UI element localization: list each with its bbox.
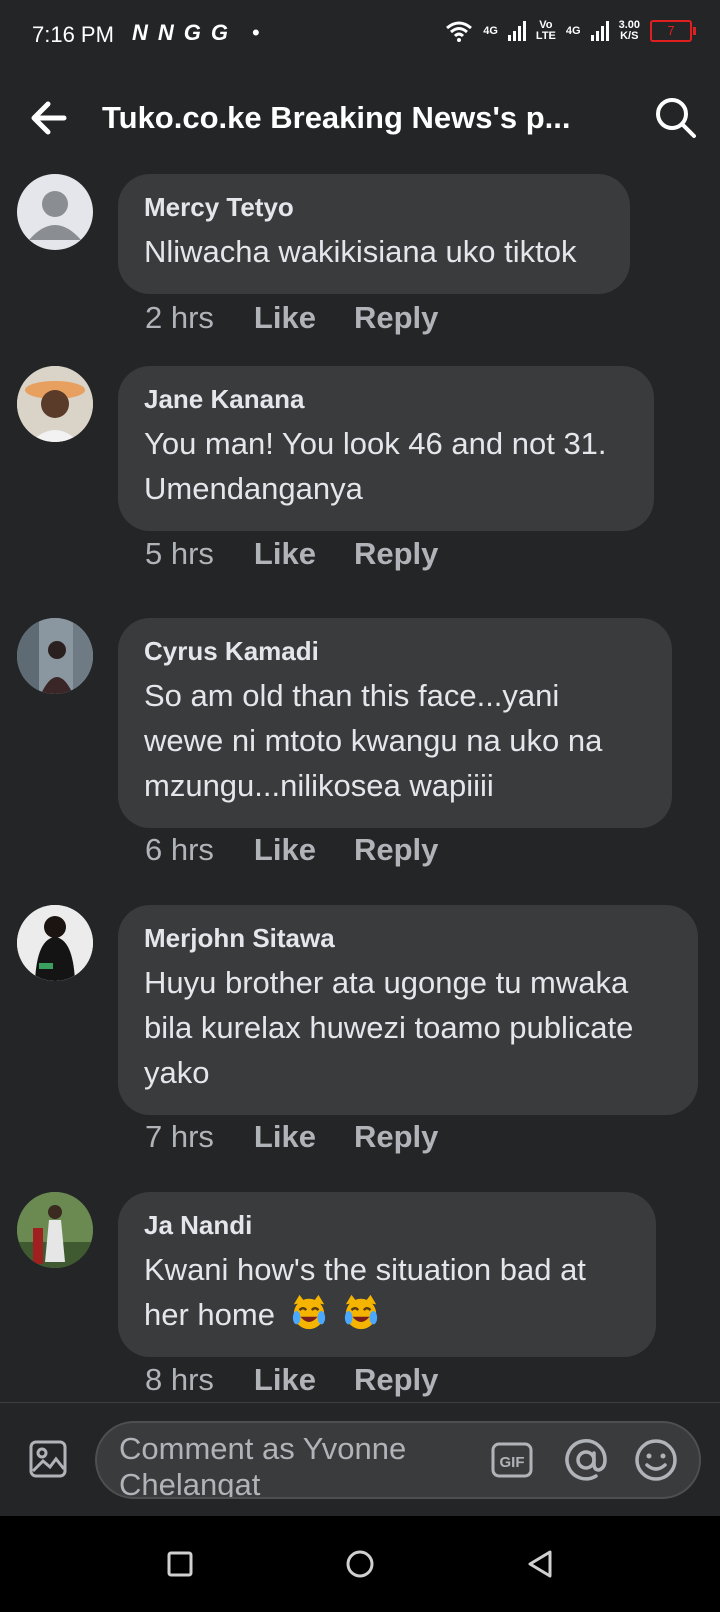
comment-bubble[interactable]: Mercy Tetyo Nliwacha wakikisiana uko tik…: [118, 174, 630, 294]
comment-timestamp[interactable]: 8 hrs: [145, 1362, 214, 1398]
comment-actions: 6 hrs Like Reply: [145, 832, 438, 868]
comment-text: Huyu brother ata ugonge tu mwaka bila ku…: [144, 965, 634, 1090]
system-navigation-bar: [0, 1516, 720, 1612]
gif-icon[interactable]: GIF: [491, 1439, 533, 1481]
avatar[interactable]: [17, 618, 93, 694]
default-avatar-icon: [29, 191, 81, 240]
signal-icon: [590, 21, 609, 41]
app-notification-icon: G: [210, 20, 229, 45]
comment-text: So am old than this face...yani wewe ni …: [144, 678, 603, 803]
avatar[interactable]: [17, 174, 93, 250]
like-button[interactable]: Like: [254, 1119, 316, 1155]
comment-timestamp[interactable]: 5 hrs: [145, 536, 214, 572]
comment-text-line: Kwani how's the situation bad at her hom…: [144, 1247, 630, 1337]
notification-icons: N N G G •: [132, 20, 260, 46]
comment-bubble[interactable]: Jane Kanana You man! You look 46 and not…: [118, 366, 654, 531]
news-notification-icon: N: [157, 20, 174, 45]
signal-icon: [507, 21, 526, 41]
comment-actions: 8 hrs Like Reply: [145, 1362, 438, 1398]
reply-button[interactable]: Reply: [354, 536, 438, 572]
battery-icon: 7: [650, 20, 696, 42]
crying-laughing-cat-emoji-icon: [292, 1294, 325, 1330]
user-photo: [17, 905, 93, 981]
volte-indicator: Vo LTE: [536, 20, 556, 42]
commenter-name[interactable]: Jane Kanana: [144, 384, 628, 415]
comment-bubble[interactable]: Ja Nandi Kwani how's the situation bad a…: [118, 1192, 656, 1357]
avatar[interactable]: [17, 905, 93, 981]
mention-icon[interactable]: [563, 1437, 609, 1483]
avatar[interactable]: [17, 366, 93, 442]
comment-bubble[interactable]: Cyrus Kamadi So am old than this face...…: [118, 618, 672, 828]
comment-timestamp[interactable]: 7 hrs: [145, 1119, 214, 1155]
comment-actions: 5 hrs Like Reply: [145, 536, 438, 572]
comment-input-placeholder: Comment as Yvonne Chelangat: [119, 1431, 407, 1499]
comment-timestamp[interactable]: 6 hrs: [145, 832, 214, 868]
search-icon[interactable]: [652, 94, 700, 142]
network-type-1: 4G: [483, 24, 498, 37]
commenter-name[interactable]: Mercy Tetyo: [144, 192, 604, 223]
reply-button[interactable]: Reply: [354, 832, 438, 868]
like-button[interactable]: Like: [254, 1362, 316, 1398]
user-photo: [17, 366, 93, 442]
comment-text: Nliwacha wakikisiana uko tiktok: [144, 234, 577, 269]
comment-actions: 2 hrs Like Reply: [145, 300, 438, 336]
comment-text: You man! You look 46 and not 31. Umendan…: [144, 426, 607, 506]
comment-actions: 7 hrs Like Reply: [145, 1119, 438, 1155]
comment-composer: Comment as Yvonne Chelangat GIF: [0, 1402, 720, 1517]
speed-unit: K/S: [620, 30, 639, 42]
user-photo: [17, 1192, 93, 1268]
comment-timestamp[interactable]: 2 hrs: [145, 300, 214, 336]
gif-label: GIF: [500, 1454, 525, 1471]
crying-laughing-cat-emoji-icon: [345, 1294, 378, 1330]
reply-button[interactable]: Reply: [354, 1362, 438, 1398]
recent-apps-icon[interactable]: [162, 1546, 198, 1582]
like-button[interactable]: Like: [254, 536, 316, 572]
commenter-name[interactable]: Merjohn Sitawa: [144, 923, 672, 954]
like-button[interactable]: Like: [254, 832, 316, 868]
comment-input[interactable]: Comment as Yvonne Chelangat GIF: [95, 1421, 701, 1499]
more-notifications-dot: •: [252, 20, 260, 45]
volte-bottom: LTE: [535, 30, 556, 42]
commenter-name[interactable]: Cyrus Kamadi: [144, 636, 646, 667]
back-arrow-icon[interactable]: [26, 94, 74, 142]
reply-button[interactable]: Reply: [354, 300, 438, 336]
wifi-icon: [446, 21, 473, 42]
commenter-name[interactable]: Ja Nandi: [144, 1210, 630, 1241]
status-bar: 7:16 PM N N G G • 4G Vo LTE 4G 3.00 K/S …: [0, 0, 720, 70]
system-indicators: 4G Vo LTE 4G 3.00 K/S 7: [445, 20, 696, 42]
status-time: 7:16 PM: [32, 22, 114, 47]
page-title: Tuko.co.ke Breaking News's p...: [102, 100, 571, 135]
comment-bubble[interactable]: Merjohn Sitawa Huyu brother ata ugonge t…: [118, 905, 698, 1115]
network-type-2: 4G: [565, 24, 581, 37]
reply-button[interactable]: Reply: [354, 1119, 438, 1155]
like-button[interactable]: Like: [254, 300, 316, 336]
network-speed: 3.00 K/S: [619, 20, 640, 42]
header: Tuko.co.ke Breaking News's p...: [0, 80, 720, 160]
avatar[interactable]: [17, 1192, 93, 1268]
news-notification-icon: N: [132, 20, 148, 45]
app-notification-icon: G: [183, 20, 201, 45]
photo-icon[interactable]: [28, 1439, 68, 1479]
user-photo: [17, 618, 93, 694]
home-icon[interactable]: [342, 1546, 378, 1582]
emoji-icon[interactable]: [633, 1437, 679, 1483]
back-icon[interactable]: [522, 1546, 558, 1582]
